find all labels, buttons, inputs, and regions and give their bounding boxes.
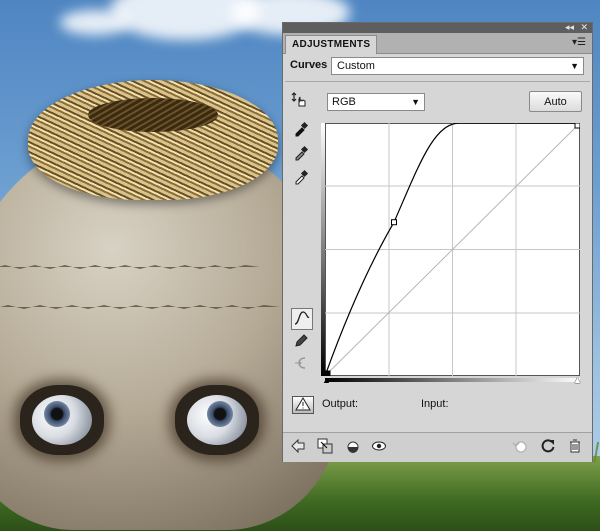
view-previous-icon[interactable] bbox=[344, 438, 362, 456]
panel-titlebar[interactable]: ◂◂ ✕ bbox=[283, 22, 592, 33]
close-icon[interactable]: ✕ bbox=[580, 22, 588, 32]
preset-dropdown[interactable]: Custom ▼ bbox=[331, 57, 584, 75]
tab-adjustments[interactable]: ADJUSTMENTS bbox=[285, 35, 378, 54]
white-point-slider[interactable]: ▲ bbox=[573, 375, 582, 385]
curves-label: Curves bbox=[290, 59, 328, 71]
curves-graph[interactable] bbox=[325, 123, 580, 376]
input-label: Input: bbox=[421, 398, 449, 410]
channel-dropdown[interactable]: RGB ▼ bbox=[327, 93, 425, 111]
visibility-eye-icon[interactable] bbox=[370, 438, 388, 456]
panel-menu-icon[interactable]: ▾☰ bbox=[572, 37, 586, 48]
white-eyedropper-icon[interactable] bbox=[291, 169, 311, 189]
panel-tab-row: ADJUSTMENTS ▾☰ bbox=[283, 33, 592, 54]
back-arrow-icon[interactable] bbox=[289, 438, 307, 456]
clip-layer-icon[interactable] bbox=[316, 438, 334, 456]
channel-value: RGB bbox=[332, 96, 356, 108]
chevron-down-icon: ▼ bbox=[570, 61, 579, 71]
adjustments-panel: ◂◂ ✕ ADJUSTMENTS ▾☰ Curves Custom ▼ RGB … bbox=[282, 22, 593, 462]
gray-eyedropper-icon[interactable] bbox=[291, 145, 311, 165]
collapse-icon[interactable]: ◂◂ bbox=[565, 22, 574, 32]
reset-default-icon[interactable] bbox=[539, 438, 557, 456]
output-label: Output: bbox=[322, 398, 359, 410]
left-eye-socket bbox=[20, 385, 104, 455]
smooth-icon[interactable] bbox=[291, 355, 311, 375]
right-eye-socket bbox=[175, 385, 259, 455]
clipping-warning-icon[interactable] bbox=[292, 396, 314, 414]
reset-previous-icon[interactable] bbox=[511, 438, 529, 456]
preset-value: Custom bbox=[337, 60, 375, 72]
black-eyedropper-icon[interactable] bbox=[291, 121, 311, 141]
curve-control-point[interactable] bbox=[391, 219, 397, 226]
auto-button[interactable]: Auto bbox=[529, 91, 582, 112]
chevron-down-icon: ▼ bbox=[411, 97, 420, 107]
on-image-adjust-icon[interactable] bbox=[289, 91, 309, 111]
trash-icon[interactable] bbox=[566, 438, 584, 456]
curve-point-icon[interactable] bbox=[291, 308, 313, 330]
black-point-slider[interactable]: ▲ bbox=[322, 375, 331, 385]
bird-nest bbox=[28, 80, 278, 200]
pencil-icon[interactable] bbox=[291, 333, 311, 353]
divider bbox=[285, 81, 590, 82]
input-gradient-bar bbox=[325, 378, 580, 382]
curve-control-point[interactable] bbox=[574, 123, 580, 129]
panel-footer bbox=[283, 432, 592, 462]
